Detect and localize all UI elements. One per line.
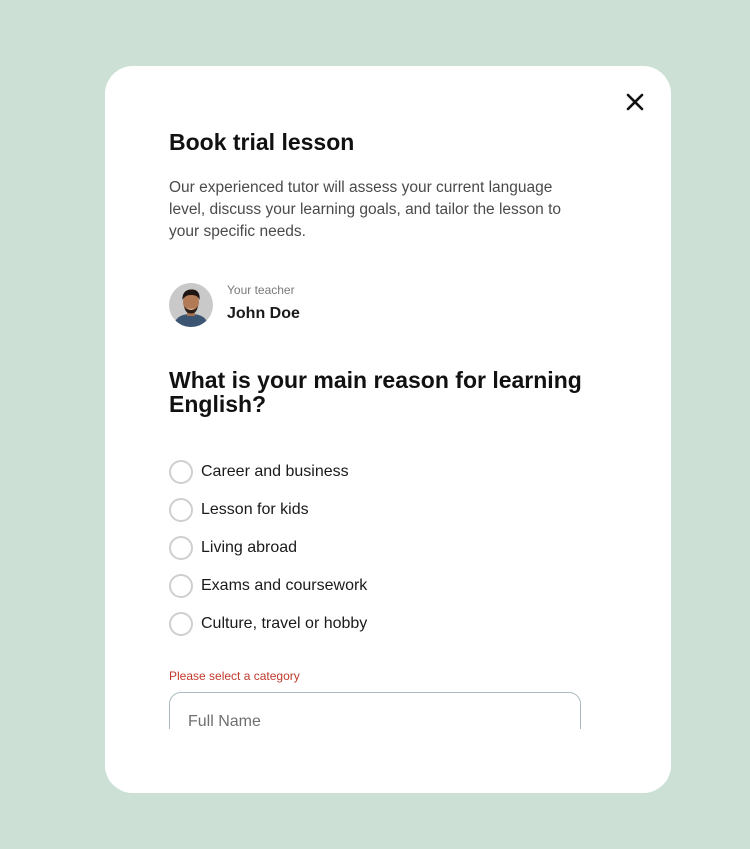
booking-modal: Book trial lesson Our experienced tutor … — [105, 66, 671, 793]
close-button[interactable] — [623, 90, 647, 114]
question-heading: What is your main reason for learning En… — [169, 367, 582, 417]
option-living-abroad[interactable]: Living abroad — [169, 529, 367, 567]
teacher-name: John Doe — [227, 305, 300, 322]
option-label: Culture, travel or hobby — [201, 615, 368, 632]
radio-button[interactable] — [169, 574, 193, 598]
close-icon — [626, 93, 644, 111]
option-career-and-business[interactable]: Career and business — [169, 453, 367, 491]
option-label: Exams and coursework — [201, 577, 368, 594]
modal-footer-area — [105, 729, 671, 793]
option-culture-travel-hobby[interactable]: Culture, travel or hobby — [169, 605, 367, 643]
radio-button[interactable] — [169, 498, 193, 522]
option-label: Living abroad — [201, 539, 298, 556]
radio-button[interactable] — [169, 612, 193, 636]
reason-options: Career and business Lesson for kids Livi… — [169, 453, 367, 643]
option-exams-and-coursework[interactable]: Exams and coursework — [169, 567, 367, 605]
category-error-message: Please select a category — [169, 669, 300, 683]
radio-button[interactable] — [169, 536, 193, 560]
teacher-info: Your teacher John Doe — [169, 283, 427, 327]
option-lesson-for-kids[interactable]: Lesson for kids — [169, 491, 367, 529]
modal-description: Our experienced tutor will assess your c… — [169, 179, 562, 240]
option-label: Lesson for kids — [201, 501, 309, 518]
option-label: Career and business — [201, 463, 349, 480]
avatar — [169, 283, 213, 327]
modal-title: Book trial lesson — [169, 129, 355, 155]
teacher-details: Your teacher John Doe — [227, 283, 427, 327]
radio-button[interactable] — [169, 460, 193, 484]
teacher-caption: Your teacher — [227, 283, 295, 297]
